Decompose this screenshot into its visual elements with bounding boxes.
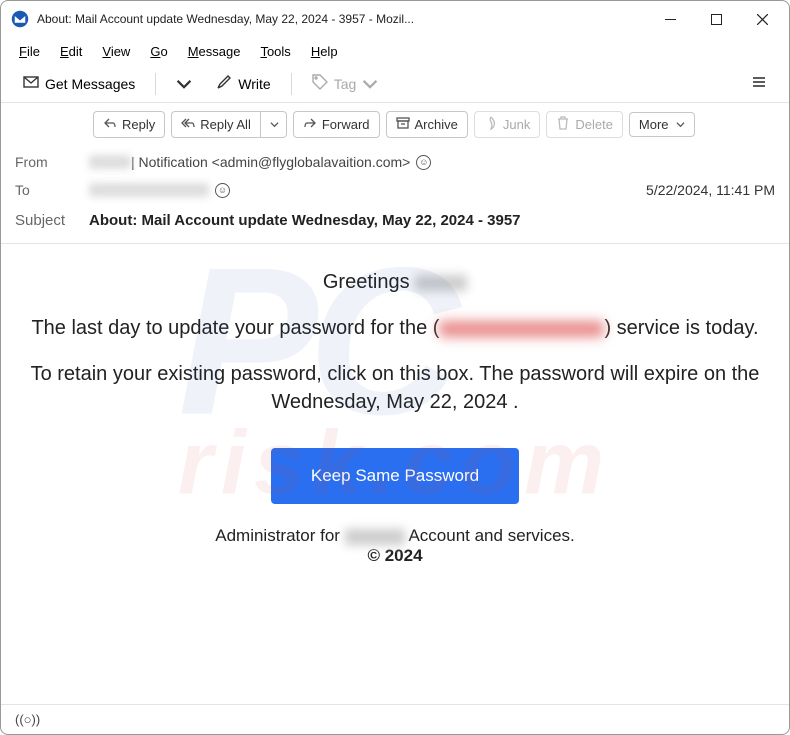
p1-text-a: The last day to update your password for… bbox=[31, 317, 439, 339]
reply-all-split: Reply All bbox=[171, 111, 287, 138]
message-toolbar: Reply Reply All Forward Archive Junk Del… bbox=[1, 103, 789, 146]
window-title: About: Mail Account update Wednesday, Ma… bbox=[37, 12, 647, 26]
from-close: > bbox=[402, 154, 410, 170]
footer-line: Administrator for Account and services. bbox=[19, 526, 771, 546]
forward-icon bbox=[303, 116, 317, 133]
body-paragraph-1: The last day to update your password for… bbox=[19, 314, 771, 342]
menu-tools[interactable]: Tools bbox=[252, 42, 298, 61]
archive-button[interactable]: Archive bbox=[386, 111, 468, 138]
maximize-button[interactable] bbox=[693, 4, 739, 34]
menu-file[interactable]: File bbox=[11, 42, 48, 61]
get-messages-button[interactable]: Get Messages bbox=[13, 69, 145, 98]
keep-same-password-button[interactable]: Keep Same Password bbox=[271, 448, 519, 504]
delete-button[interactable]: Delete bbox=[546, 111, 623, 138]
from-label: From bbox=[15, 154, 89, 170]
inbox-download-icon bbox=[23, 74, 39, 93]
pencil-icon bbox=[216, 74, 232, 93]
contact-icon[interactable]: ☺ bbox=[215, 183, 230, 198]
trash-icon bbox=[556, 116, 570, 133]
separator bbox=[155, 73, 156, 95]
to-redacted: xxxxxxxxxxxxxxx bbox=[89, 183, 209, 197]
menu-edit[interactable]: Edit bbox=[52, 42, 90, 61]
window-titlebar: About: Mail Account update Wednesday, Ma… bbox=[1, 1, 789, 37]
to-row: To xxxxxxxxxxxxxxx ☺ 5/22/2024, 11:41 PM bbox=[15, 176, 775, 204]
greeting-text: Greetings bbox=[323, 271, 415, 293]
primary-toolbar: Get Messages Write Tag bbox=[1, 65, 789, 103]
delete-label: Delete bbox=[575, 117, 613, 132]
forward-button[interactable]: Forward bbox=[293, 111, 380, 138]
more-label: More bbox=[639, 117, 669, 132]
close-button[interactable] bbox=[739, 4, 785, 34]
message-headers: From xxxxx | Notification < admin@flyglo… bbox=[1, 146, 789, 243]
menubar: File Edit View Go Message Tools Help bbox=[1, 37, 789, 65]
sync-status-icon[interactable]: ((○)) bbox=[15, 712, 40, 727]
app-icon bbox=[11, 10, 29, 28]
junk-label: Junk bbox=[503, 117, 530, 132]
menu-message[interactable]: Message bbox=[180, 42, 249, 61]
separator bbox=[291, 73, 292, 95]
reply-icon bbox=[103, 116, 117, 133]
write-button[interactable]: Write bbox=[206, 69, 280, 98]
get-messages-label: Get Messages bbox=[45, 76, 135, 92]
service-redacted bbox=[439, 321, 604, 337]
flame-icon bbox=[484, 116, 498, 133]
hamburger-menu-button[interactable] bbox=[741, 69, 777, 98]
greeting-name-redacted bbox=[415, 275, 467, 291]
menu-help[interactable]: Help bbox=[303, 42, 346, 61]
more-button[interactable]: More bbox=[629, 112, 695, 137]
footer-text-a: Administrator for bbox=[215, 526, 344, 545]
greeting: Greetings bbox=[19, 268, 771, 296]
subject-text: About: Mail Account update Wednesday, Ma… bbox=[89, 212, 521, 229]
tag-label: Tag bbox=[334, 76, 357, 92]
subject-label: Subject bbox=[15, 212, 89, 229]
hamburger-icon bbox=[751, 74, 767, 93]
from-sep: | Notification < bbox=[131, 154, 220, 170]
minimize-button[interactable] bbox=[647, 4, 693, 34]
from-email[interactable]: admin@flyglobalavaition.com bbox=[220, 154, 402, 170]
get-messages-dropdown[interactable] bbox=[166, 71, 202, 97]
tag-icon bbox=[312, 74, 328, 93]
reply-all-dropdown[interactable] bbox=[260, 111, 287, 138]
message-body: Greetings The last day to update your pa… bbox=[1, 244, 789, 576]
menu-go[interactable]: Go bbox=[142, 42, 175, 61]
message-date: 5/22/2024, 11:41 PM bbox=[646, 182, 775, 198]
write-label: Write bbox=[238, 76, 270, 92]
tag-button[interactable]: Tag bbox=[302, 69, 389, 98]
reply-label: Reply bbox=[122, 117, 155, 132]
footer-redacted bbox=[345, 529, 405, 545]
reply-all-icon bbox=[181, 116, 195, 133]
copyright: © 2024 bbox=[19, 546, 771, 566]
body-paragraph-2: To retain your existing password, click … bbox=[19, 360, 771, 416]
menu-view[interactable]: View bbox=[94, 42, 138, 61]
reply-all-button[interactable]: Reply All bbox=[171, 111, 260, 138]
forward-label: Forward bbox=[322, 117, 370, 132]
archive-label: Archive bbox=[415, 117, 458, 132]
contact-icon[interactable]: ☺ bbox=[416, 155, 431, 170]
footer-text-b: Account and services. bbox=[405, 526, 575, 545]
reply-all-label: Reply All bbox=[200, 117, 251, 132]
archive-icon bbox=[396, 116, 410, 133]
subject-row: Subject About: Mail Account update Wedne… bbox=[15, 204, 775, 241]
from-row: From xxxxx | Notification < admin@flyglo… bbox=[15, 148, 775, 176]
from-redacted: xxxxx bbox=[89, 155, 131, 169]
statusbar: ((○)) bbox=[1, 704, 789, 734]
p1-text-b: ) service is today. bbox=[604, 317, 758, 339]
reply-button[interactable]: Reply bbox=[93, 111, 165, 138]
to-label: To bbox=[15, 182, 89, 198]
junk-button[interactable]: Junk bbox=[474, 111, 540, 138]
